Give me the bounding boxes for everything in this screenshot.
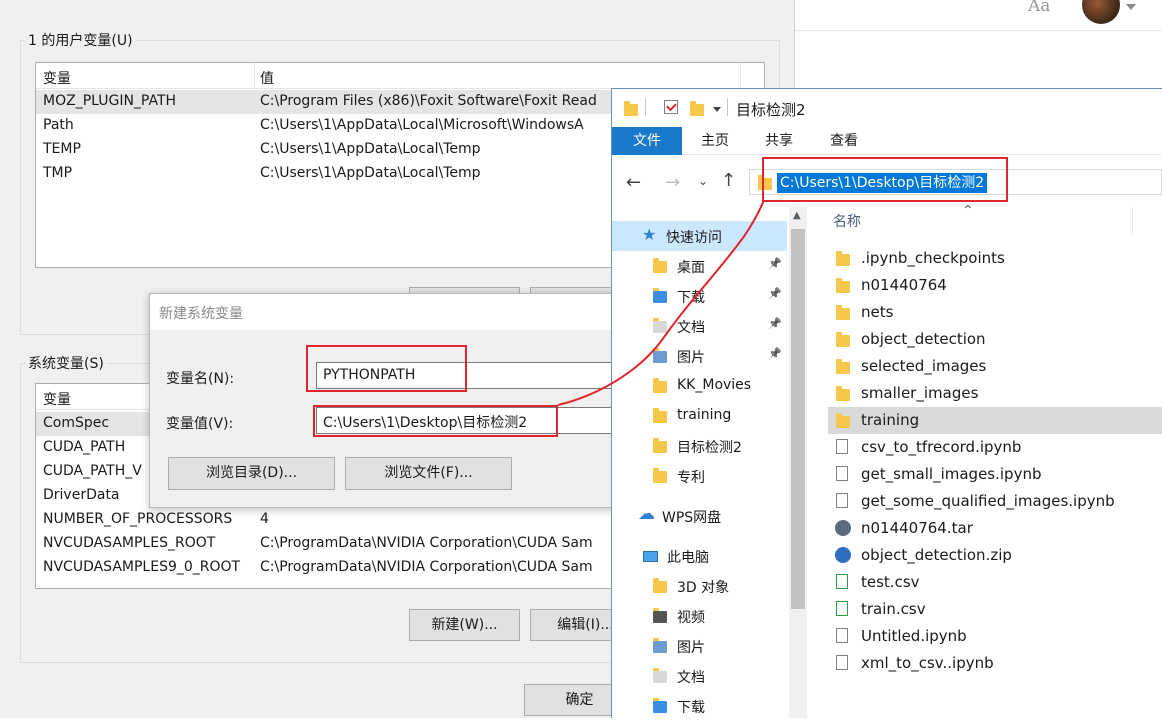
annotation-arrow — [557, 199, 765, 406]
